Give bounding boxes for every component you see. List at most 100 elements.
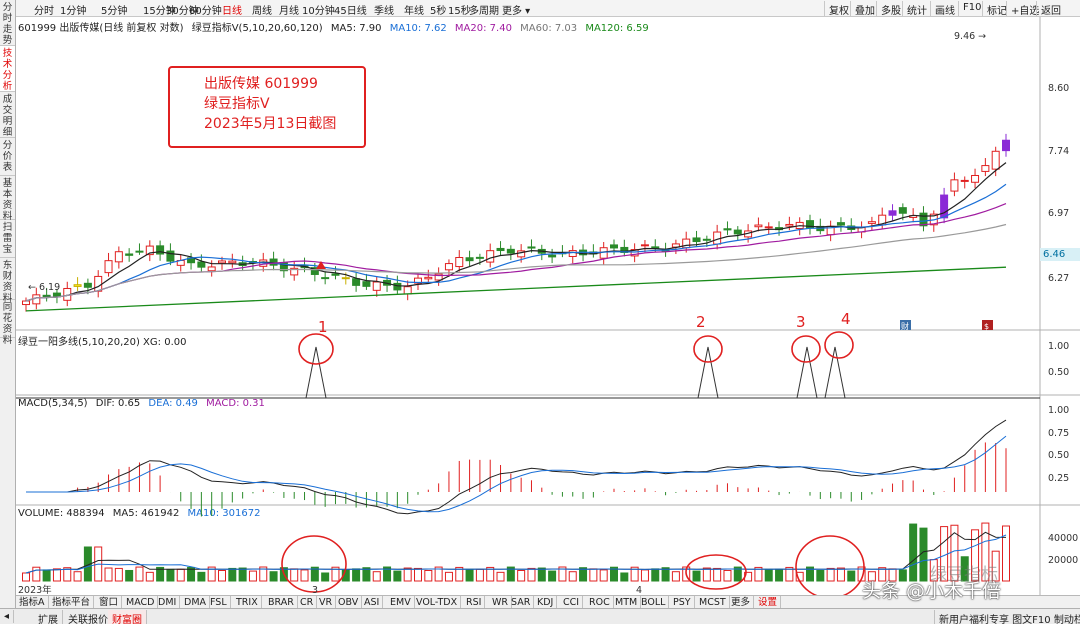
signal-number-1: 1 — [318, 318, 328, 336]
volume-bar-77 — [816, 569, 825, 582]
candle-body-32 — [352, 278, 361, 286]
volume-bar-44 — [475, 568, 484, 582]
left-tab-1[interactable]: 技术分析 — [0, 46, 15, 92]
candle-body-2 — [42, 294, 51, 298]
volume-bar-8 — [104, 567, 113, 582]
candle-body-37 — [403, 286, 412, 295]
related-quotes-button[interactable]: 关联报价 — [64, 610, 113, 624]
period-toolbar: 分时 1分钟 5分钟 15分钟 30分钟 60分钟 日线 周线 月线 10分钟 45日线 季线 年线 5秒… — [16, 0, 1080, 17]
candle-body-44 — [475, 256, 484, 259]
candle-body-43 — [465, 257, 474, 262]
volume-bar-41 — [444, 571, 453, 582]
candle-body-5 — [73, 284, 82, 287]
x-axis-label-1: 3 — [312, 585, 318, 595]
left-tab-7[interactable]: 同花资料 — [0, 300, 15, 346]
left-tab-5[interactable]: 扫雷宝 — [0, 220, 15, 258]
volume-bar-12 — [145, 571, 154, 582]
volume-bar-26 — [290, 568, 299, 582]
candle-body-6 — [83, 282, 92, 288]
volume-bar-51 — [548, 570, 557, 582]
candle-body-18 — [207, 266, 216, 272]
current-price-tag: 6.46 — [1040, 248, 1080, 261]
toolbar-btn-1[interactable]: 叠加 — [850, 1, 879, 17]
toolbar-btn-2[interactable]: 多股 — [876, 1, 905, 17]
signal-number-4: 4 — [841, 310, 851, 328]
signal-circle-2 — [791, 335, 821, 363]
volume-bar-34 — [372, 571, 381, 582]
left-tab-3[interactable]: 分价表 — [0, 138, 15, 176]
candle-body-90 — [950, 179, 959, 192]
candle-body-0 — [22, 300, 30, 306]
period-16[interactable]: 更多 ▾ — [502, 2, 530, 17]
candle-body-60 — [640, 244, 649, 247]
period-7[interactable]: 周线 — [252, 2, 272, 17]
period-14[interactable]: 15秒 — [448, 2, 471, 17]
dif-line — [26, 419, 1007, 515]
period-1[interactable]: 1分钟 — [60, 2, 86, 17]
period-2[interactable]: 5分钟 — [101, 2, 127, 17]
candle-body-94 — [991, 150, 1000, 170]
candle-body-39 — [424, 276, 433, 280]
macd-axis-label-1: 1.00 — [1048, 405, 1070, 416]
volume-bar-72 — [764, 568, 773, 582]
period-0[interactable]: 分时 — [34, 2, 54, 17]
volume-bar-2 — [42, 569, 51, 582]
signal-spike-1 — [697, 346, 719, 399]
signal-axis-label-1: 1.00 — [1048, 341, 1070, 352]
candle-body-1 — [32, 294, 41, 305]
left-tab-4[interactable]: 基本资料 — [0, 176, 15, 222]
expand-toggle-icon[interactable]: ◂ — [0, 610, 15, 623]
toolbar-btn-4[interactable]: 画线 — [930, 1, 959, 17]
volume-bar-53 — [568, 571, 577, 582]
period-8[interactable]: 月线 — [279, 2, 299, 17]
volume-bar-21 — [238, 567, 247, 582]
candle-body-68 — [723, 228, 732, 231]
period-10[interactable]: 45日线 — [334, 2, 367, 17]
signal-spike-0 — [305, 346, 327, 399]
candle-body-20 — [228, 260, 237, 264]
volume-bar-20 — [228, 567, 237, 582]
period-15[interactable]: 多周期 — [469, 2, 499, 17]
toolbar-btn-0[interactable]: 复权 — [824, 1, 853, 17]
volume-bar-37 — [403, 567, 412, 582]
period-11[interactable]: 季线 — [374, 2, 394, 17]
candle-body-3 — [52, 292, 61, 297]
candle-body-17 — [197, 261, 206, 268]
volume-bar-95 — [1002, 525, 1010, 582]
volume-bar-22 — [248, 570, 257, 582]
candle-body-71 — [754, 224, 763, 228]
candle-body-85 — [898, 207, 907, 214]
period-6[interactable]: 日线 — [222, 2, 242, 17]
period-12[interactable]: 年线 — [404, 2, 424, 17]
volume-bar-61 — [651, 568, 660, 582]
toolbar-btn-8[interactable]: 返回 — [1036, 1, 1065, 17]
volume-bar-65 — [692, 570, 701, 582]
left-tab-6[interactable]: 东财资料 — [0, 258, 15, 304]
period-9[interactable]: 10分钟 — [302, 2, 335, 17]
left-tab-0[interactable]: 分时走势 — [0, 0, 15, 46]
volume-bar-36 — [393, 570, 402, 582]
candle-body-89 — [940, 194, 949, 219]
x-axis-label-0: 2023年 — [18, 584, 52, 595]
extend-button[interactable]: 扩展 — [34, 610, 63, 624]
period-5[interactable]: 60分钟 — [189, 2, 222, 17]
price-axis-label-3: 6.97 — [1048, 208, 1070, 219]
volume-bar-17 — [197, 571, 206, 582]
volume-bar-9 — [114, 567, 123, 582]
toolbar-btn-3[interactable]: 统计 — [902, 1, 931, 17]
left-tab-2[interactable]: 成交明细 — [0, 92, 15, 138]
fortune-circle-button[interactable]: 财富圈 — [108, 610, 147, 624]
bottom-right-links[interactable]: 新用户福利专享 图文F10 制动栏 — [934, 610, 1080, 624]
signal-spike-2 — [796, 346, 818, 399]
period-13[interactable]: 5秒 — [430, 2, 446, 17]
volume-bar-80 — [847, 570, 856, 582]
volume-bar-58 — [620, 572, 629, 582]
price-axis-label-1: 8.60 — [1048, 83, 1070, 94]
volume-bar-0 — [22, 572, 30, 582]
volume-bar-67 — [713, 567, 722, 582]
candle-body-11 — [135, 250, 144, 253]
candle-body-51 — [548, 254, 557, 258]
macd-axis-label-2: 0.75 — [1048, 428, 1070, 439]
volume-bar-66 — [702, 567, 711, 582]
dollar-marker-text: $ — [984, 322, 989, 331]
